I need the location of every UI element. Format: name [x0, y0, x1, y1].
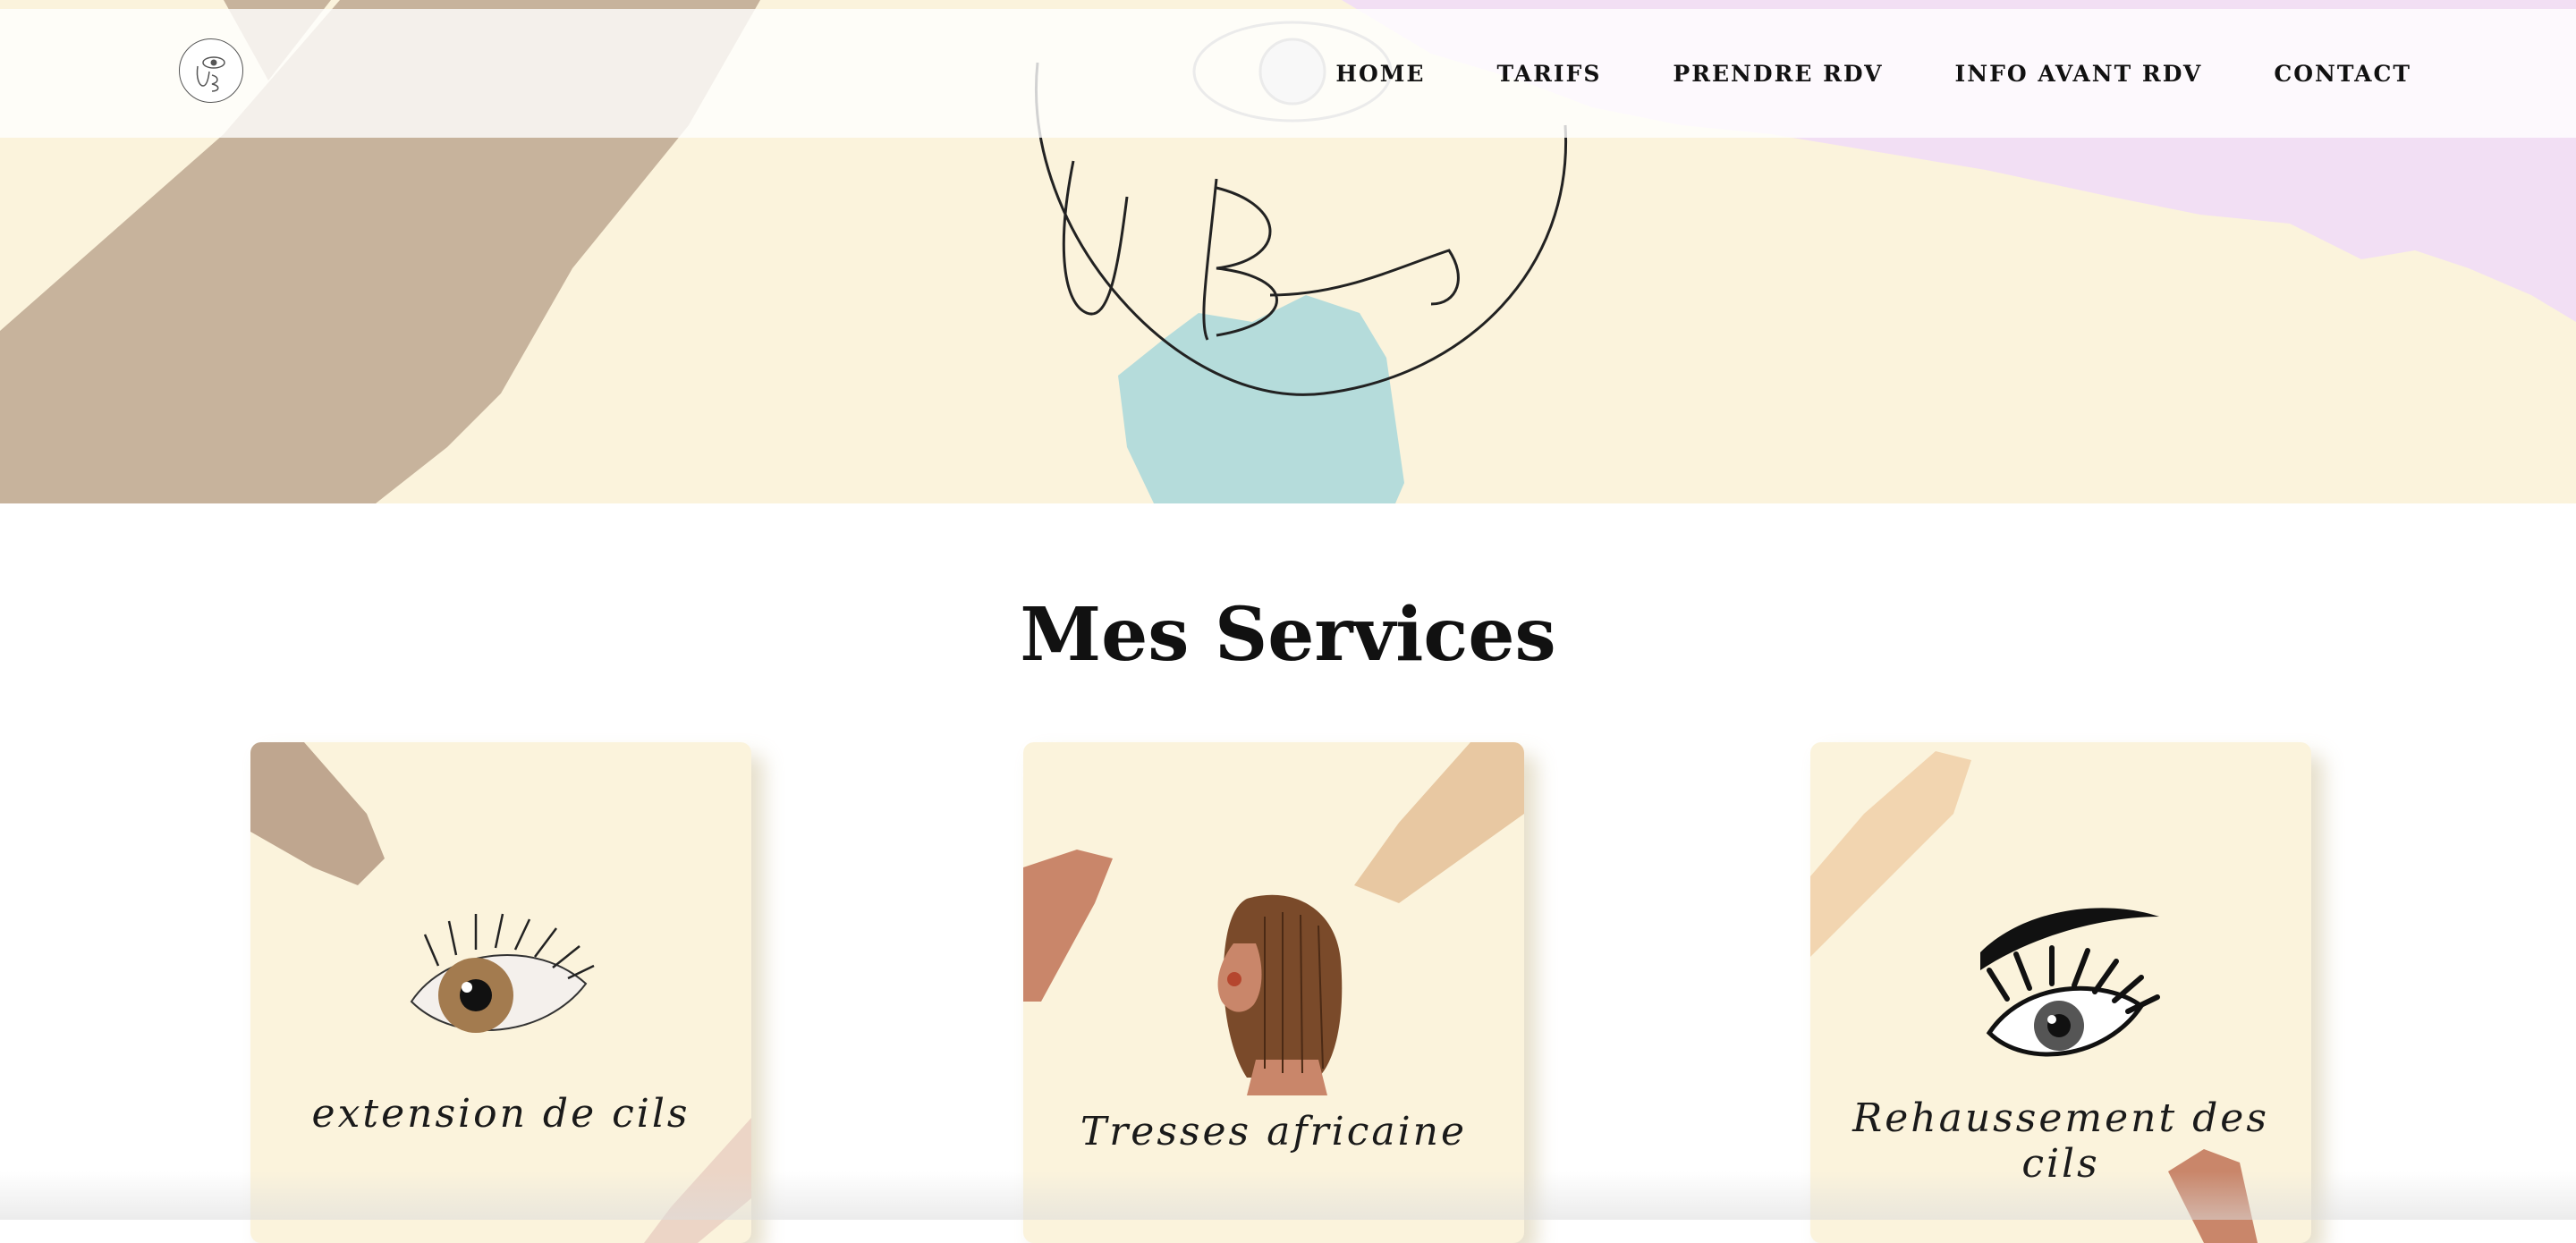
nav-prendre-rdv[interactable]: PRENDRE RDV	[1673, 61, 1883, 87]
nav-info-avant-rdv[interactable]: INFO AVANT RDV	[1955, 61, 2203, 87]
nav-contact[interactable]: CONTACT	[2274, 61, 2411, 87]
nav-tarifs[interactable]: TARIFS	[1497, 61, 1602, 87]
nav-home[interactable]: HOME	[1335, 61, 1425, 87]
braided-hair-woman-icon	[1217, 894, 1343, 1095]
service-card-rehaussement-cils[interactable]: Rehaussement des cils	[1810, 742, 2311, 1243]
eye-lash-extension-icon	[410, 913, 595, 1033]
main-menu: HOME TARIFS PRENDRE RDV INFO AVANT RDV C…	[1335, 9, 2411, 138]
service-label: extension de cils	[311, 1091, 691, 1137]
logo-icon[interactable]	[179, 38, 243, 103]
service-card-tresses-africaine[interactable]: Tresses africaine	[1023, 742, 1524, 1243]
lash-lift-eye-icon	[1980, 908, 2160, 1057]
top-navigation: HOME TARIFS PRENDRE RDV INFO AVANT RDV C…	[0, 9, 2576, 138]
service-label: Tresses africaine	[1080, 1109, 1468, 1154]
service-card-extension-cils[interactable]: extension de cils	[250, 742, 751, 1243]
service-label: Rehaussement des cils	[1852, 1095, 2269, 1187]
services-title: Mes Services	[1020, 592, 1556, 678]
